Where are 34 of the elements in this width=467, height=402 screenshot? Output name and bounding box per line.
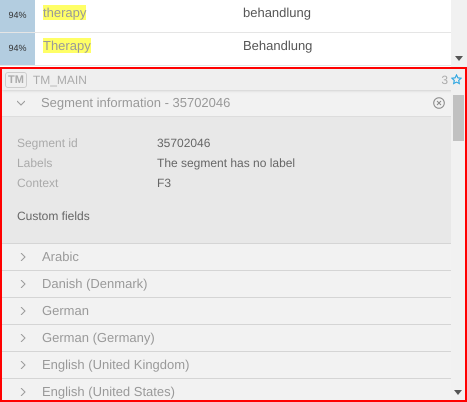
language-item[interactable]: Arabic bbox=[42, 247, 79, 267]
scroll-down-icon[interactable] bbox=[454, 390, 462, 395]
language-item[interactable]: German bbox=[42, 301, 89, 321]
tm-badge: TM bbox=[5, 72, 27, 88]
custom-fields-label: Custom fields bbox=[17, 208, 90, 225]
match-score: 94% bbox=[8, 9, 26, 22]
field-label: Segment id bbox=[17, 135, 79, 152]
scrollbar-thumb[interactable] bbox=[452, 95, 464, 141]
field-value: 35702046 bbox=[157, 135, 210, 152]
close-icon[interactable] bbox=[433, 97, 445, 109]
language-item[interactable]: English (United States) bbox=[42, 382, 175, 400]
chevron-right-icon[interactable] bbox=[19, 307, 27, 315]
target-text: Behandlung bbox=[243, 38, 312, 53]
section-title[interactable]: Segment information - 35702046 bbox=[41, 93, 230, 113]
language-item[interactable]: German (Germany) bbox=[42, 328, 155, 348]
field-value: F3 bbox=[157, 175, 172, 192]
chevron-right-icon[interactable] bbox=[19, 388, 27, 396]
match-score: 94% bbox=[8, 42, 26, 56]
chevron-right-icon[interactable] bbox=[19, 253, 27, 261]
language-item[interactable]: English (United Kingdom) bbox=[42, 355, 190, 375]
field-value: The segment has no label bbox=[157, 155, 296, 172]
language-item[interactable]: Danish (Denmark) bbox=[42, 274, 148, 294]
match-count: 3 bbox=[441, 72, 448, 88]
chevron-down-icon[interactable] bbox=[17, 99, 25, 107]
field-label: Labels bbox=[17, 155, 54, 172]
chevron-right-icon[interactable] bbox=[19, 361, 27, 369]
tm-name: TM_MAIN bbox=[32, 72, 87, 88]
chevron-right-icon[interactable] bbox=[19, 334, 27, 342]
star-icon[interactable] bbox=[451, 74, 462, 85]
scroll-down-icon[interactable] bbox=[455, 56, 463, 61]
source-text: Therapy bbox=[43, 38, 91, 53]
chevron-right-icon[interactable] bbox=[19, 280, 27, 288]
target-text: behandlung bbox=[243, 5, 311, 20]
field-label: Context bbox=[17, 175, 60, 192]
